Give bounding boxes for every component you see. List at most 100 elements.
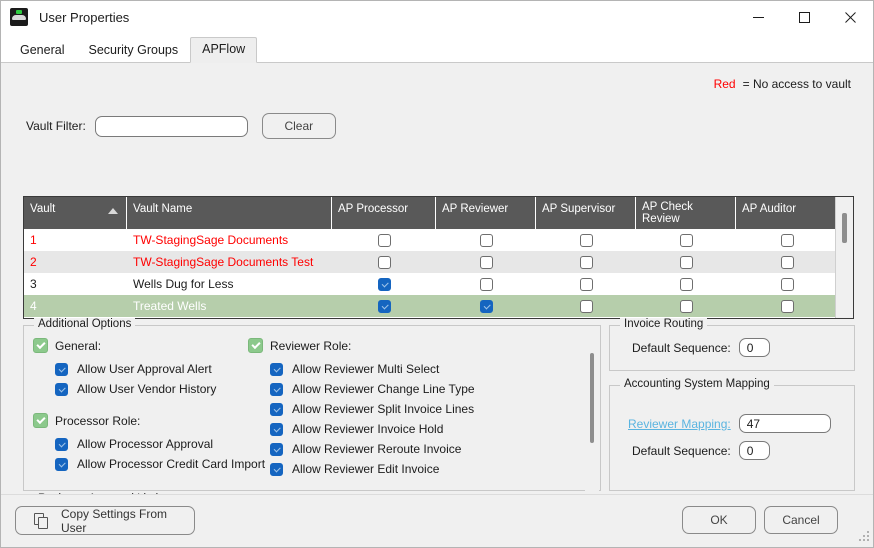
reviewer-mapping-input[interactable] [738, 414, 831, 433]
maximize-button[interactable] [781, 1, 827, 33]
cell-ap-processor[interactable] [332, 295, 436, 317]
processor-role-checkbox[interactable] [33, 413, 48, 428]
option-allow-reviewer-split-invoice-lines[interactable]: Allow Reviewer Split Invoice Lines [270, 399, 568, 419]
tab-security-groups[interactable]: Security Groups [76, 38, 190, 63]
ap-check-review-checkbox[interactable] [679, 277, 693, 291]
reviewer-role-group-toggle[interactable]: Reviewer Role: [248, 338, 568, 353]
cell-ap-reviewer[interactable] [436, 273, 536, 295]
ap-check-review-checkbox[interactable] [679, 255, 693, 269]
copy-settings-from-user-button[interactable]: Copy Settings From User [15, 506, 195, 535]
option-allow-reviewer-multi-select[interactable]: Allow Reviewer Multi Select [270, 359, 568, 379]
column-header-ap-reviewer[interactable]: AP Reviewer [436, 197, 536, 229]
ap-supervisor-checkbox[interactable] [579, 255, 593, 269]
grid-vertical-scrollbar[interactable] [835, 197, 853, 318]
table-row[interactable]: 2 TW-StagingSage Documents Test [24, 251, 853, 273]
tab-apflow[interactable]: APFlow [190, 37, 258, 63]
cell-ap-supervisor[interactable] [536, 229, 636, 251]
option-allow-reviewer-invoice-hold[interactable]: Allow Reviewer Invoice Hold [270, 419, 568, 439]
allow-reviewer-invoice-hold-checkbox[interactable] [270, 422, 283, 436]
grid-scrollbar-thumb[interactable] [842, 213, 847, 243]
additional-options-caption: Additional Options [34, 318, 136, 330]
reviewer-role-checkbox[interactable] [248, 338, 263, 353]
column-header-ap-supervisor[interactable]: AP Supervisor [536, 197, 636, 229]
ap-supervisor-checkbox[interactable] [579, 299, 593, 313]
option-allow-reviewer-change-line-type[interactable]: Allow Reviewer Change Line Type [270, 379, 568, 399]
cell-ap-processor[interactable] [332, 273, 436, 295]
ap-reviewer-checkbox[interactable] [479, 277, 493, 291]
cell-ap-check-review[interactable] [636, 295, 736, 317]
allow-user-approval-alert-checkbox[interactable] [55, 362, 68, 376]
general-group-toggle[interactable]: General: [33, 338, 283, 353]
allow-reviewer-reroute-invoice-checkbox[interactable] [270, 442, 283, 456]
ap-supervisor-checkbox[interactable] [579, 277, 593, 291]
ap-processor-checkbox[interactable] [377, 299, 391, 313]
cell-vault: 4 [30, 299, 37, 313]
cell-ap-auditor[interactable] [736, 229, 838, 251]
column-header-vault-name[interactable]: Vault Name [127, 197, 332, 229]
cell-ap-check-review[interactable] [636, 229, 736, 251]
allow-reviewer-split-invoice-lines-checkbox[interactable] [270, 402, 283, 416]
allow-user-vendor-history-checkbox[interactable] [55, 382, 68, 396]
legend-text: = No access to vault [742, 77, 851, 91]
cell-ap-auditor[interactable] [736, 295, 838, 317]
cell-ap-reviewer[interactable] [436, 295, 536, 317]
minimize-button[interactable] [735, 1, 781, 33]
column-header-ap-processor[interactable]: AP Processor [332, 197, 436, 229]
allow-reviewer-change-line-type-checkbox[interactable] [270, 382, 283, 396]
allow-reviewer-multi-select-checkbox[interactable] [270, 362, 283, 376]
ap-check-review-checkbox[interactable] [679, 233, 693, 247]
allow-reviewer-edit-invoice-checkbox[interactable] [270, 462, 283, 476]
cell-ap-reviewer[interactable] [436, 251, 536, 273]
column-header-vault[interactable]: Vault [24, 197, 127, 229]
ok-button[interactable]: OK [682, 506, 756, 534]
cell-ap-processor[interactable] [332, 229, 436, 251]
vault-filter-clear-button[interactable]: Clear [261, 113, 336, 139]
cell-ap-check-review[interactable] [636, 251, 736, 273]
ap-processor-checkbox[interactable] [377, 255, 391, 269]
cell-ap-processor[interactable] [332, 251, 436, 273]
cell-ap-auditor[interactable] [736, 273, 838, 295]
ap-supervisor-checkbox[interactable] [579, 233, 593, 247]
resize-grip[interactable] [859, 531, 871, 543]
processor-role-group-toggle[interactable]: Processor Role: [33, 413, 283, 428]
reviewer-mapping-row: Reviewer Mapping: [628, 414, 831, 433]
accounting-system-mapping-group: Accounting System Mapping Reviewer Mappi… [609, 378, 855, 491]
table-row[interactable]: 1 TW-StagingSage Documents [24, 229, 853, 251]
ap-auditor-checkbox[interactable] [780, 277, 794, 291]
ap-reviewer-checkbox[interactable] [479, 233, 493, 247]
table-row[interactable]: 3 Wells Dug for Less [24, 273, 853, 295]
invoice-routing-default-sequence-input[interactable] [738, 338, 770, 357]
additional-options-scrollbar-thumb[interactable] [590, 353, 594, 443]
ap-check-review-checkbox[interactable] [679, 299, 693, 313]
ap-processor-checkbox[interactable] [377, 233, 391, 247]
option-allow-reviewer-reroute-invoice[interactable]: Allow Reviewer Reroute Invoice [270, 439, 568, 459]
column-header-ap-check-review[interactable]: AP Check Review [636, 197, 736, 229]
allow-processor-credit-card-import-checkbox[interactable] [55, 457, 68, 471]
accounting-default-sequence-input[interactable] [738, 441, 770, 460]
additional-options-scrollbar[interactable] [585, 327, 599, 491]
ap-auditor-checkbox[interactable] [780, 255, 794, 269]
allow-processor-approval-checkbox[interactable] [55, 437, 68, 451]
table-row[interactable]: 4 Treated Wells [24, 295, 853, 317]
ap-reviewer-checkbox[interactable] [479, 255, 493, 269]
vault-filter-input[interactable] [94, 115, 248, 137]
cancel-button[interactable]: Cancel [764, 506, 838, 534]
general-checkbox[interactable] [33, 338, 48, 353]
ap-auditor-checkbox[interactable] [780, 299, 794, 313]
user-properties-window: User Properties General Security Groups … [0, 0, 874, 548]
cell-ap-auditor[interactable] [736, 251, 838, 273]
option-allow-reviewer-edit-invoice[interactable]: Allow Reviewer Edit Invoice [270, 459, 568, 479]
ap-reviewer-checkbox[interactable] [479, 299, 493, 313]
cell-ap-supervisor[interactable] [536, 273, 636, 295]
cell-ap-reviewer[interactable] [436, 229, 536, 251]
tab-general[interactable]: General [8, 38, 76, 63]
cell-vault: 3 [30, 277, 37, 291]
cell-ap-supervisor[interactable] [536, 295, 636, 317]
cell-ap-supervisor[interactable] [536, 251, 636, 273]
ap-auditor-checkbox[interactable] [780, 233, 794, 247]
reviewer-mapping-link[interactable]: Reviewer Mapping: [628, 417, 731, 431]
cell-ap-check-review[interactable] [636, 273, 736, 295]
close-button[interactable] [827, 1, 873, 33]
column-header-ap-auditor[interactable]: AP Auditor [736, 197, 838, 229]
ap-processor-checkbox[interactable] [377, 277, 391, 291]
